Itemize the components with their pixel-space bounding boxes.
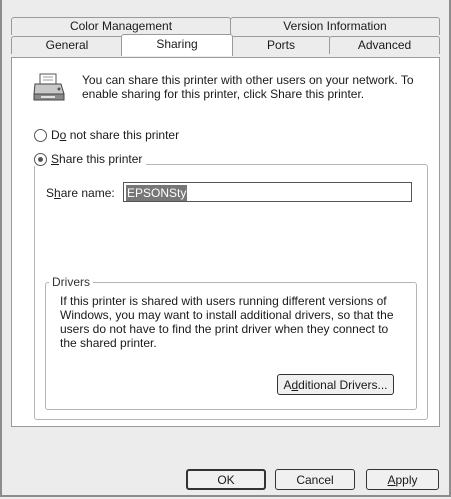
do-not-share-label: Do not share this printer: [51, 128, 180, 142]
radio-unchecked-icon: [34, 128, 47, 142]
tab-general[interactable]: General: [11, 36, 123, 54]
tab-label: General: [45, 38, 89, 52]
additional-drivers-button[interactable]: Additional Drivers...: [277, 374, 394, 395]
share-this-printer-radio[interactable]: Share this printer: [34, 152, 147, 166]
do-not-share-radio[interactable]: Do not share this printer: [34, 128, 179, 142]
apply-button[interactable]: Apply: [366, 469, 439, 490]
tab-advanced[interactable]: Advanced: [329, 36, 440, 54]
share-name-value: EPSONSty: [126, 185, 188, 201]
share-name-label: Share name:: [46, 186, 115, 200]
drivers-description: If this printer is shared with users run…: [60, 294, 394, 350]
share-this-printer-label: Share this printer: [51, 152, 143, 166]
cancel-button[interactable]: Cancel: [275, 469, 355, 490]
radio-checked-icon: [34, 152, 47, 166]
tab-sharing[interactable]: Sharing: [121, 34, 233, 56]
tab-ports[interactable]: Ports: [231, 36, 331, 54]
tab-color-management[interactable]: Color Management: [11, 17, 231, 35]
drivers-legend: Drivers: [49, 275, 93, 289]
printer-icon: [33, 73, 65, 101]
share-name-input[interactable]: EPSONSty: [123, 182, 412, 202]
sharing-intro-text: You can share this printer with other us…: [82, 73, 414, 101]
sharing-panel: You can share this printer with other us…: [11, 57, 440, 427]
ok-button[interactable]: OK: [186, 469, 266, 490]
tab-label: Sharing: [156, 37, 198, 51]
tab-label: Advanced: [357, 38, 412, 52]
tab-label: Ports: [266, 38, 295, 52]
tab-version-information[interactable]: Version Information: [230, 17, 440, 35]
tab-label: Version Information: [283, 19, 387, 33]
tab-label: Color Management: [69, 19, 173, 33]
